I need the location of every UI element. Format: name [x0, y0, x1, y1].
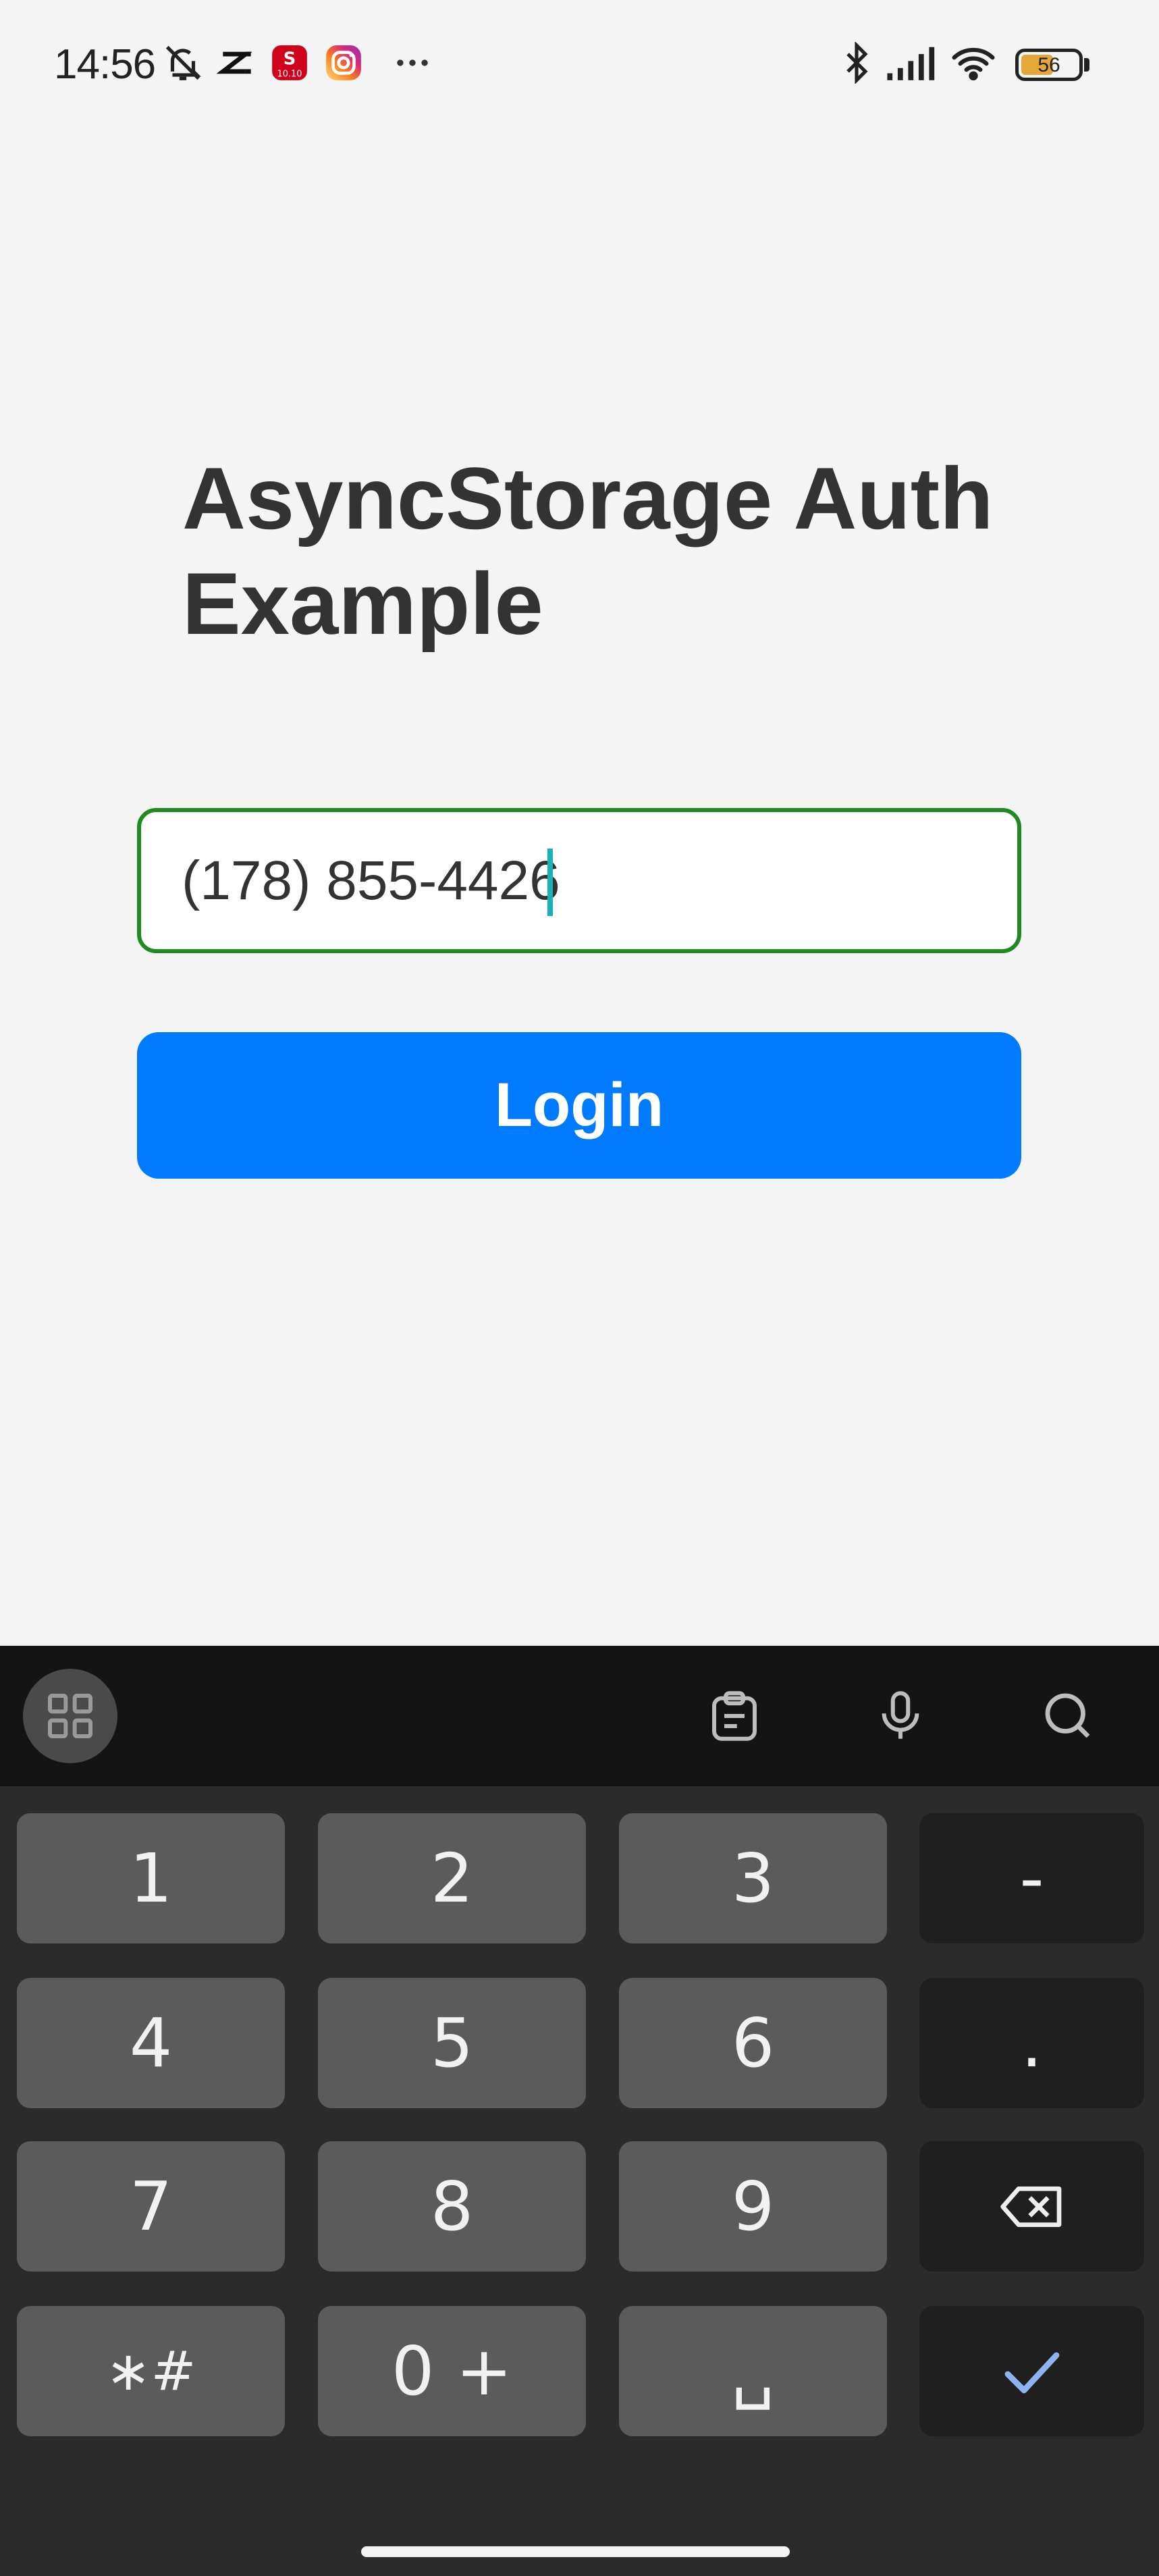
home-indicator[interactable]: [361, 2546, 790, 2557]
clipboard-icon: [712, 1691, 757, 1741]
phone-number-input[interactable]: (178) 855-4426: [137, 808, 1021, 953]
voice-input-button[interactable]: [853, 1669, 948, 1763]
key-6[interactable]: 6: [619, 1978, 887, 2108]
signal-icon: [887, 47, 935, 80]
bell-off-icon: [165, 45, 201, 80]
key-1[interactable]: 1: [17, 1813, 285, 1943]
keyboard-menu-icon: [48, 1694, 92, 1738]
key-3[interactable]: 3: [619, 1813, 887, 1943]
battery-icon: 56: [1015, 49, 1083, 81]
svg-text:S: S: [284, 49, 296, 70]
keyboard-menu-button[interactable]: [23, 1669, 117, 1763]
key-7[interactable]: 7: [17, 2141, 285, 2272]
backspace-icon: [1000, 2186, 1061, 2227]
key-symbols[interactable]: ∗#: [17, 2306, 285, 2436]
battery-level: 56: [1037, 54, 1060, 76]
search-icon: [1045, 1693, 1090, 1738]
bluetooth-icon: [846, 42, 868, 84]
page-title: AsyncStorage Auth Example: [182, 449, 994, 653]
clipboard-button[interactable]: [687, 1669, 782, 1763]
backspace-key[interactable]: [919, 2141, 1144, 2272]
key-2[interactable]: 2: [318, 1813, 586, 1943]
svg-text:10.10: 10.10: [277, 70, 302, 80]
key-9[interactable]: 9: [619, 2141, 887, 2272]
login-button[interactable]: Login: [137, 1032, 1021, 1179]
key-8[interactable]: 8: [318, 2141, 586, 2272]
keyboard-toolbar: [0, 1646, 1159, 1786]
key-5[interactable]: 5: [318, 1978, 586, 2108]
instagram-icon: [326, 45, 361, 80]
space-key[interactable]: ␣: [619, 2306, 887, 2436]
battery-tip: [1084, 58, 1089, 72]
more-icon: [397, 59, 428, 66]
capcut-icon: [216, 51, 252, 74]
checkmark-icon: [1004, 2352, 1059, 2393]
status-bar: 14:56 S 10.10 56: [0, 0, 1159, 135]
done-key[interactable]: [919, 2306, 1144, 2436]
wifi-icon: [952, 47, 995, 81]
key-4[interactable]: 4: [17, 1978, 285, 2108]
keyboard-search-button[interactable]: [1021, 1669, 1115, 1763]
key-dash[interactable]: -: [919, 1813, 1144, 1943]
shopee-icon: S 10.10: [272, 45, 307, 80]
key-0[interactable]: 0 +: [318, 2306, 586, 2436]
key-dot[interactable]: .: [919, 1978, 1144, 2108]
microphone-icon: [882, 1691, 919, 1739]
phone-number-value: (178) 855-4426: [182, 850, 560, 911]
text-cursor: [547, 849, 553, 916]
status-time: 14:56: [54, 41, 156, 88]
